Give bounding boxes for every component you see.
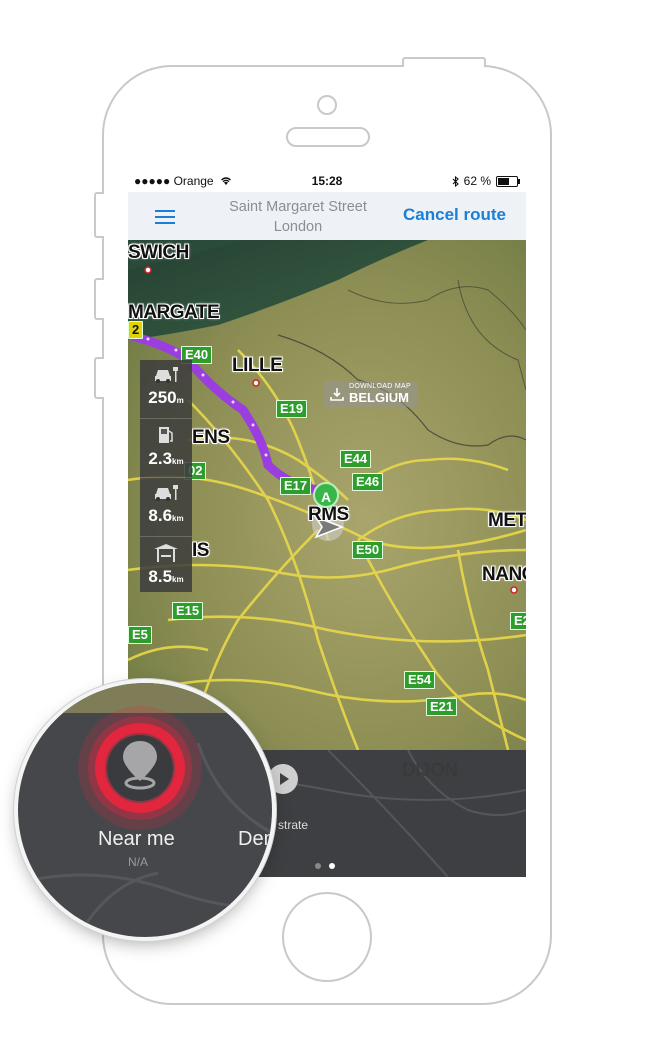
road-badge-e46: E46 xyxy=(352,473,384,491)
speed-camera-icon xyxy=(155,367,178,383)
city-label-lille: LILLE xyxy=(232,355,283,376)
demonstrate-label-magnified[interactable]: Dem xyxy=(238,828,272,851)
rest-area-icon xyxy=(154,544,178,562)
city-label-paris: IS xyxy=(192,540,209,561)
page-dot xyxy=(315,863,321,869)
bluetooth-icon xyxy=(452,175,459,187)
address-city: London xyxy=(273,219,323,235)
download-map-caption: DOWNLOAD MAP xyxy=(349,383,411,390)
near-me-button[interactable]: Near me xyxy=(98,828,175,851)
poi-value: 8.6km xyxy=(148,506,184,525)
destination-marker-a[interactable]: A xyxy=(313,482,339,508)
city-label-metz: METZ xyxy=(488,510,526,531)
volume-up-button xyxy=(94,278,104,320)
road-badge-e44: E44 xyxy=(340,450,372,468)
road-badge-e17: E17 xyxy=(280,477,312,495)
home-button[interactable] xyxy=(282,892,372,982)
battery-fill xyxy=(498,177,510,185)
road-badge-e15: E15 xyxy=(172,602,204,620)
download-icon xyxy=(330,388,344,401)
poi-speed-camera-1[interactable]: 250m xyxy=(140,360,192,419)
volume-down-button xyxy=(94,357,104,399)
status-right: 62 % xyxy=(452,174,520,188)
magnifier-background xyxy=(18,683,272,937)
road-badge-e21: E21 xyxy=(426,698,458,716)
demonstrate-play-icon[interactable] xyxy=(268,764,298,794)
battery-icon xyxy=(496,175,520,187)
fuel-icon xyxy=(159,427,173,443)
menu-icon[interactable] xyxy=(155,210,175,224)
poi-value: 8.5km xyxy=(148,567,184,586)
road-badge-e2: E2 xyxy=(510,612,526,630)
navigation-bar: Saint Margaret Street London Cancel rout… xyxy=(128,192,526,241)
power-button xyxy=(402,57,486,67)
speed-camera-icon xyxy=(155,485,178,501)
download-map-country: BELGIUM xyxy=(349,390,409,405)
front-camera xyxy=(317,95,337,115)
poi-distance-panel: 250m 2.3km 8.6km 8.5km xyxy=(140,360,192,592)
road-badge-e19: E19 xyxy=(276,400,308,418)
road-badge-e54: E54 xyxy=(404,671,436,689)
magnifier-callout: Near me N/A Dem xyxy=(18,683,272,937)
city-label-dijon: DIJON xyxy=(402,760,458,781)
poi-value: 2.3km xyxy=(148,449,184,468)
status-bar: ●●●●● Orange 15:28 62 % xyxy=(128,170,526,192)
map-view[interactable]: SWICH MARGATE LILLE ENS IS METZ NANC RMS… xyxy=(128,240,526,750)
road-badge-e5: E5 xyxy=(128,626,152,644)
address-street: Saint Margaret Street xyxy=(229,199,367,215)
download-map-button[interactable]: DOWNLOAD MAP BELGIUM xyxy=(324,381,417,407)
poi-value: 250m xyxy=(148,388,184,407)
battery-percent: 62 % xyxy=(463,174,491,188)
city-label-nancy: NANC xyxy=(482,564,526,585)
demonstrate-label[interactable]: strate xyxy=(278,818,308,832)
earpiece-speaker xyxy=(286,127,370,147)
poi-fuel-station[interactable]: 2.3km xyxy=(140,419,192,478)
road-badge-e50: E50 xyxy=(352,541,384,559)
city-label-amiens: ENS xyxy=(192,427,230,448)
poi-speed-camera-2[interactable]: 8.6km xyxy=(140,478,192,537)
road-badge-2: 2 xyxy=(128,321,144,339)
location-pin-icon[interactable] xyxy=(115,735,165,795)
cancel-route-button[interactable]: Cancel route xyxy=(403,205,506,225)
near-me-subtitle: N/A xyxy=(128,855,149,869)
mute-switch xyxy=(94,192,104,238)
city-label-ipswich: SWICH xyxy=(128,242,189,263)
poi-rest-area[interactable]: 8.5km xyxy=(140,537,192,595)
page-dot-active xyxy=(329,863,335,869)
destination-address: Saint Margaret Street London xyxy=(198,197,398,237)
page-indicator xyxy=(315,863,335,869)
